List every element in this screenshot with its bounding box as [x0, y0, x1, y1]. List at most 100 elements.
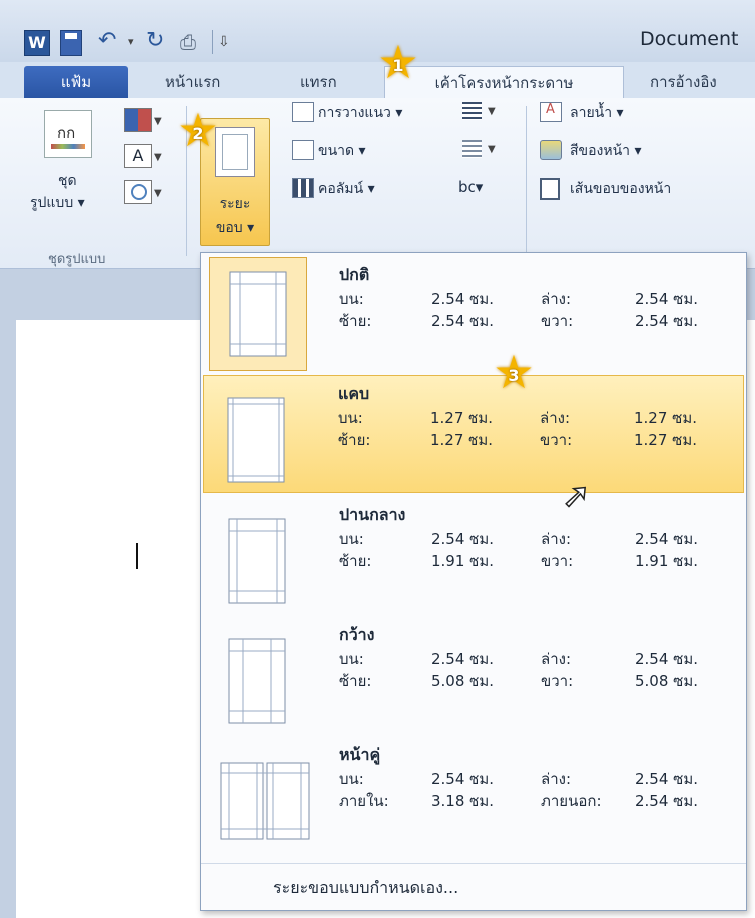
label: บน: [339, 650, 364, 668]
watermark-icon [540, 102, 562, 122]
label: ขวา: [540, 431, 573, 449]
line-numbers-icon[interactable] [462, 140, 482, 158]
toolbar-divider [212, 30, 213, 54]
page-color-icon [540, 140, 562, 160]
margin-option-narrow[interactable]: แคบ บน: 1.27 ซม. ล่าง: 1.27 ซม. ซ้าย: 1.… [203, 375, 744, 493]
chevron-down-icon: ▼ [154, 188, 162, 199]
print-preview-icon[interactable]: ⎙ [180, 30, 206, 54]
label: บน: [339, 530, 364, 548]
option-name: กว้าง [339, 625, 375, 644]
label: ล่าง: [541, 650, 571, 668]
customize-toolbar-icon[interactable]: ⇩ [218, 30, 232, 54]
narrow-margins-icon [227, 397, 285, 483]
custom-margins-label: ระยะขอบแบบกำหนดเอง... [273, 878, 459, 897]
margin-thumbnail-selected [209, 257, 307, 371]
themes-glyph: กก [57, 124, 76, 142]
value: 1.27 ซม. [430, 409, 494, 427]
themes-icon[interactable]: กก [44, 110, 92, 158]
value: 1.27 ซม. [634, 431, 698, 449]
value: 1.27 ซม. [430, 431, 494, 449]
wide-margins-icon [228, 638, 286, 724]
undo-dropdown-icon[interactable]: ▾ [128, 30, 140, 54]
orientation-icon [292, 102, 314, 122]
orientation-button[interactable]: การวางแนว ▾ [318, 102, 402, 124]
ribbon: กก ชุด รูปแบบ ▾ ▼ A ▼ ▼ ชุดรูปแบบ ระยะ ข… [0, 98, 755, 269]
label: ซ้าย: [339, 552, 372, 570]
size-button[interactable]: ขนาด ▾ [318, 140, 366, 162]
value: 2.54 ซม. [635, 650, 699, 668]
margin-option-normal[interactable]: ปกติ บน: 2.54 ซม. ล่าง: 2.54 ซม. ซ้าย: 2… [205, 257, 742, 373]
callout-star-icon: ★ 2 [177, 103, 219, 157]
label: ซ้าย: [339, 672, 372, 690]
margin-thumbnail [217, 629, 297, 727]
word-app-icon[interactable]: W [24, 30, 50, 56]
margin-option-moderate[interactable]: ปานกลาง บน: 2.54 ซม. ล่าง: 2.54 ซม. ซ้าย… [205, 497, 742, 613]
label: ซ้าย: [339, 312, 372, 330]
tab-page-layout[interactable]: เค้าโครงหน้ากระดาษ [384, 66, 624, 100]
label: ล่าง: [540, 409, 570, 427]
themes-group-label: ชุดรูปแบบ [48, 252, 106, 267]
custom-margins-item[interactable]: ระยะขอบแบบกำหนดเอง... [201, 863, 746, 910]
value: 2.54 ซม. [431, 290, 495, 308]
label: ซ้าย: [338, 431, 371, 449]
tab-home[interactable]: หน้าแรก [165, 66, 220, 98]
label: ภายใน: [339, 792, 389, 810]
callout-number: 1 [392, 56, 404, 75]
option-name: แคบ [338, 384, 370, 403]
redo-icon[interactable]: ↻ [146, 30, 172, 54]
label: ขวา: [541, 312, 574, 330]
chevron-down-icon: ▼ [488, 144, 496, 155]
callout-number: 2 [192, 124, 204, 143]
margin-thumbnail [217, 749, 310, 847]
value: 2.54 ซม. [635, 312, 699, 330]
margin-option-wide[interactable]: กว้าง บน: 2.54 ซม. ล่าง: 2.54 ซม. ซ้าย: … [205, 617, 742, 733]
document-title: Document [640, 28, 739, 50]
theme-effects-icon[interactable] [124, 180, 152, 204]
value: 1.91 ซม. [635, 552, 699, 570]
value: 5.08 ซม. [635, 672, 699, 690]
page-color-button[interactable]: สีของหน้า ▾ [570, 140, 642, 162]
columns-button[interactable]: คอลัมน์ ▾ [318, 178, 375, 200]
theme-colors-icon[interactable] [124, 108, 152, 132]
value: 2.54 ซม. [635, 792, 699, 810]
normal-margins-icon [229, 271, 287, 357]
chevron-down-icon: ▼ [154, 116, 162, 127]
watermark-button[interactable]: ลายน้ำ ▾ [570, 102, 624, 124]
value: 5.08 ซม. [431, 672, 495, 690]
label: ล่าง: [541, 290, 571, 308]
mirrored-margins-icon [220, 762, 310, 840]
label: ล่าง: [541, 770, 571, 788]
value: 2.54 ซม. [431, 530, 495, 548]
margin-option-mirrored[interactable]: หน้าคู่ บน: 2.54 ซม. ล่าง: 2.54 ซม. ภายใ… [205, 737, 742, 853]
label: บน: [339, 290, 364, 308]
undo-icon[interactable]: ↶ [98, 30, 124, 54]
value: 2.54 ซม. [635, 530, 699, 548]
theme-fonts-icon[interactable]: A [124, 144, 152, 168]
text-cursor [136, 543, 138, 569]
option-name: หน้าคู่ [339, 745, 381, 764]
themes-label-line1[interactable]: ชุด [58, 170, 77, 192]
page-borders-icon [540, 178, 560, 200]
margin-thumbnail [217, 509, 297, 607]
columns-icon [292, 178, 314, 198]
value: 3.18 ซม. [431, 792, 495, 810]
themes-label-line2[interactable]: รูปแบบ ▾ [30, 192, 85, 214]
value: 2.54 ซม. [635, 290, 699, 308]
hyphenation-button[interactable]: bc▾ [458, 178, 483, 196]
breaks-icon[interactable] [462, 102, 482, 120]
label: ล่าง: [541, 530, 571, 548]
option-name: ปกติ [339, 265, 370, 284]
option-name: ปานกลาง [339, 505, 406, 524]
moderate-margins-icon [228, 518, 286, 604]
tab-file[interactable]: แฟ้ม [24, 66, 128, 98]
tab-insert[interactable]: แทรก [300, 66, 337, 98]
value: 2.54 ซม. [431, 312, 495, 330]
size-icon [292, 140, 314, 160]
save-icon[interactable] [60, 30, 82, 56]
value: 1.91 ซม. [431, 552, 495, 570]
margins-icon [215, 127, 255, 177]
page-borders-button[interactable]: เส้นขอบของหน้า [570, 178, 671, 200]
label: ขวา: [541, 552, 574, 570]
margins-label-line1: ระยะ [219, 196, 251, 212]
tab-references[interactable]: การอ้างอิง [650, 66, 717, 98]
